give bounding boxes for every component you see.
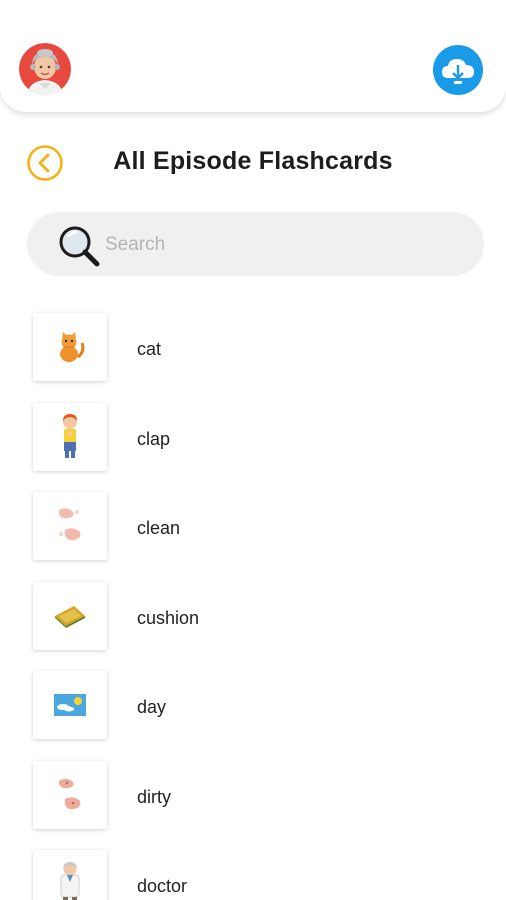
list-item[interactable]: doctor <box>0 850 506 900</box>
boy-clapping-image <box>33 402 107 471</box>
search-bar[interactable] <box>27 212 484 276</box>
cushion-image <box>33 581 107 650</box>
sunny-sky-image <box>33 671 107 739</box>
list-item[interactable]: clap <box>0 402 506 493</box>
list-item[interactable]: cushion <box>0 581 506 672</box>
flashcard-word: day <box>137 697 167 717</box>
dirty-hands-image <box>33 760 107 829</box>
grandma-avatar-icon[interactable] <box>19 43 71 95</box>
flashcards-screen: All Episode Flashcards Search cat clap c… <box>0 0 506 900</box>
flashcard-word: clap <box>137 428 171 449</box>
search-input[interactable] <box>103 226 457 264</box>
flashcard-word: dirty <box>137 786 172 807</box>
flashcard-list: cat clap clean cushion day dirty doctor <box>0 313 506 900</box>
flashcard-word: cushion <box>137 607 200 628</box>
flashcard-word: doctor <box>137 876 188 896</box>
cloud-download-icon <box>442 59 474 84</box>
list-item[interactable]: cat <box>0 313 506 403</box>
list-item[interactable]: dirty <box>0 760 506 851</box>
list-item[interactable]: day <box>0 671 506 761</box>
cloud-download-button[interactable] <box>433 45 483 95</box>
flashcard-word: clean <box>137 518 181 538</box>
page-title: All Episode Flashcards <box>113 147 393 175</box>
list-item[interactable]: clean <box>0 492 506 582</box>
doctor-image <box>33 850 107 900</box>
flashcard-word: cat <box>137 339 162 359</box>
cat-image <box>33 313 107 381</box>
magnifier-icon <box>55 222 103 270</box>
hands-cleaning-image <box>33 492 107 560</box>
top-app-bar <box>0 0 506 112</box>
